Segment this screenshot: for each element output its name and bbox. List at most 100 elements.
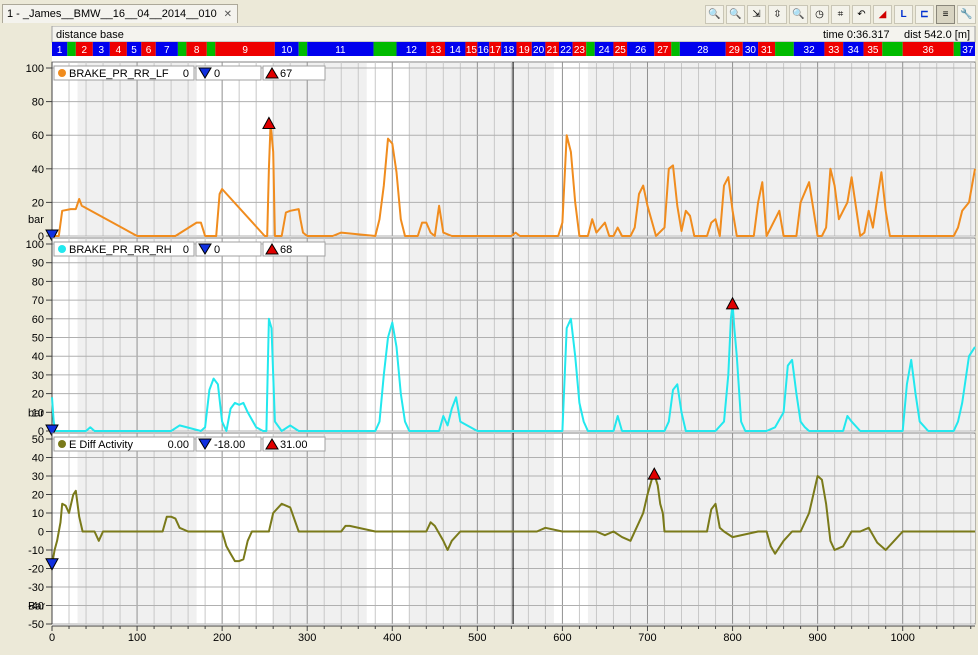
segment-label: 1 <box>57 45 63 56</box>
zoom-y-icon[interactable]: ⇳ <box>768 5 787 24</box>
wrench-icon[interactable]: 🔧 <box>957 5 976 24</box>
legend-min-value: -18.00 <box>214 439 245 451</box>
legend-name: BRAKE_PR_RR_LF <box>69 68 169 80</box>
y-tick-label: 20 <box>32 197 44 209</box>
y-tick-label: 50 <box>32 333 44 345</box>
legend-min-value: 0 <box>214 244 220 256</box>
close-icon[interactable]: ✕ <box>223 9 233 20</box>
segment-green[interactable] <box>882 42 903 56</box>
x-tick-label: 800 <box>723 632 741 644</box>
axis-l-icon[interactable]: L <box>894 5 913 24</box>
segment-label: 13 <box>430 45 442 56</box>
segment-label: 33 <box>828 45 840 56</box>
shade-band <box>409 63 554 235</box>
segment-label: 10 <box>281 45 293 56</box>
overlay-icon[interactable]: ⌗ <box>831 5 850 24</box>
y-tick-label: 80 <box>32 97 44 109</box>
unit-label: Bar <box>28 601 45 613</box>
segment-label: 37 <box>962 45 974 56</box>
segment-label: 6 <box>146 45 152 56</box>
y-tick-label: -10 <box>28 545 44 557</box>
document-tab[interactable]: 1 - _James__BMW__16__04__2014__010 ✕ <box>2 4 238 23</box>
segment-green[interactable] <box>177 42 187 56</box>
segment-label: 7 <box>164 45 170 56</box>
segment-label: 32 <box>804 45 816 56</box>
legend-value: 0.00 <box>168 439 189 451</box>
y-tick-label: 70 <box>32 295 44 307</box>
segment-green[interactable] <box>953 42 961 56</box>
segment-label: 12 <box>406 45 418 56</box>
zoom-out-icon[interactable]: 🔍 <box>789 5 808 24</box>
legend-swatch <box>58 69 66 77</box>
segment-label: 11 <box>335 45 346 56</box>
segment-label: 19 <box>519 45 531 56</box>
segment-label: 21 <box>547 45 559 56</box>
y-tick-label: 100 <box>26 63 44 75</box>
x-tick-label: 900 <box>808 632 826 644</box>
x-tick-label: 200 <box>213 632 231 644</box>
y-tick-label: 40 <box>32 453 44 465</box>
y-tick-label: 40 <box>32 351 44 363</box>
segment-green[interactable] <box>775 42 794 56</box>
zoom-x-icon[interactable]: ⇲ <box>747 5 766 24</box>
legend-min-value: 0 <box>214 68 220 80</box>
x-tick-label: 1000 <box>890 632 914 644</box>
legend-max-value: 31.00 <box>280 439 308 451</box>
undo-icon[interactable]: ↶ <box>852 5 871 24</box>
legend-name: BRAKE_PR_RR_RH <box>69 244 172 256</box>
segment-green[interactable] <box>671 42 680 56</box>
segment-label: 25 <box>615 45 627 56</box>
shade-band <box>409 239 554 430</box>
x-tick-label: 500 <box>468 632 486 644</box>
shade-band <box>273 63 367 235</box>
legend-swatch <box>58 440 66 448</box>
legend-value: 0 <box>183 244 189 256</box>
y-tick-label: 80 <box>32 276 44 288</box>
y-tick-label: 10 <box>32 508 44 520</box>
segment-green[interactable] <box>586 42 595 56</box>
shade-band <box>587 434 975 623</box>
segment-label: 28 <box>697 45 709 56</box>
zoom-in-icon[interactable]: 🔍 <box>726 5 745 24</box>
triangle-marker-icon[interactable]: ◢ <box>873 5 892 24</box>
y-tick-label: 90 <box>32 258 44 270</box>
legend-name: E Diff Activity <box>69 439 133 451</box>
axis-steps-icon[interactable]: ⊏ <box>915 5 934 24</box>
zoom-2d-icon[interactable]: 🔍 <box>705 5 724 24</box>
y-tick-label: 20 <box>32 490 44 502</box>
y-tick-label: 20 <box>32 389 44 401</box>
segment-label: 20 <box>533 45 545 56</box>
segment-green[interactable] <box>373 42 397 56</box>
x-tick-label: 0 <box>49 632 55 644</box>
time-readout: time 0:36.317 <box>823 29 890 41</box>
shade-band <box>273 239 367 430</box>
y-tick-label: 60 <box>32 314 44 326</box>
title-bar: 1 - _James__BMW__16__04__2014__010 ✕ 🔍 🔍 ⇲… <box>0 0 978 26</box>
y-tick-label: 40 <box>32 164 44 176</box>
segment-green[interactable] <box>206 42 216 56</box>
legend-value: 0 <box>183 68 189 80</box>
segment-label: 29 <box>729 45 741 56</box>
x-tick-label: 100 <box>128 632 146 644</box>
segment-label: 14 <box>450 45 462 56</box>
segment-label: 34 <box>848 45 860 56</box>
chart-area[interactable]: distance base time 0:36.317 dist 542.0 [m]… <box>0 25 978 652</box>
segment-label: 15 <box>466 45 478 56</box>
y-tick-label: -30 <box>28 582 44 594</box>
segment-label: 3 <box>99 45 105 56</box>
segment-label: 9 <box>242 45 248 56</box>
segment-green[interactable] <box>67 42 76 56</box>
y-tick-label: 60 <box>32 130 44 142</box>
segment-green[interactable] <box>298 42 308 56</box>
segment-label: 30 <box>745 45 757 56</box>
segment-label: 26 <box>635 45 647 56</box>
legend-swatch <box>58 245 66 253</box>
segment-label: 24 <box>599 45 611 56</box>
segment-label: 31 <box>761 45 773 56</box>
segment-label: 16 <box>478 45 490 56</box>
chart-svg[interactable]: distance base time 0:36.317 dist 542.0 [m]… <box>0 25 978 652</box>
clock-icon[interactable]: ◷ <box>810 5 829 24</box>
x-tick-label: 300 <box>298 632 316 644</box>
segment-label: 36 <box>923 45 935 56</box>
grid-lines-icon[interactable]: ≡ <box>936 5 955 24</box>
